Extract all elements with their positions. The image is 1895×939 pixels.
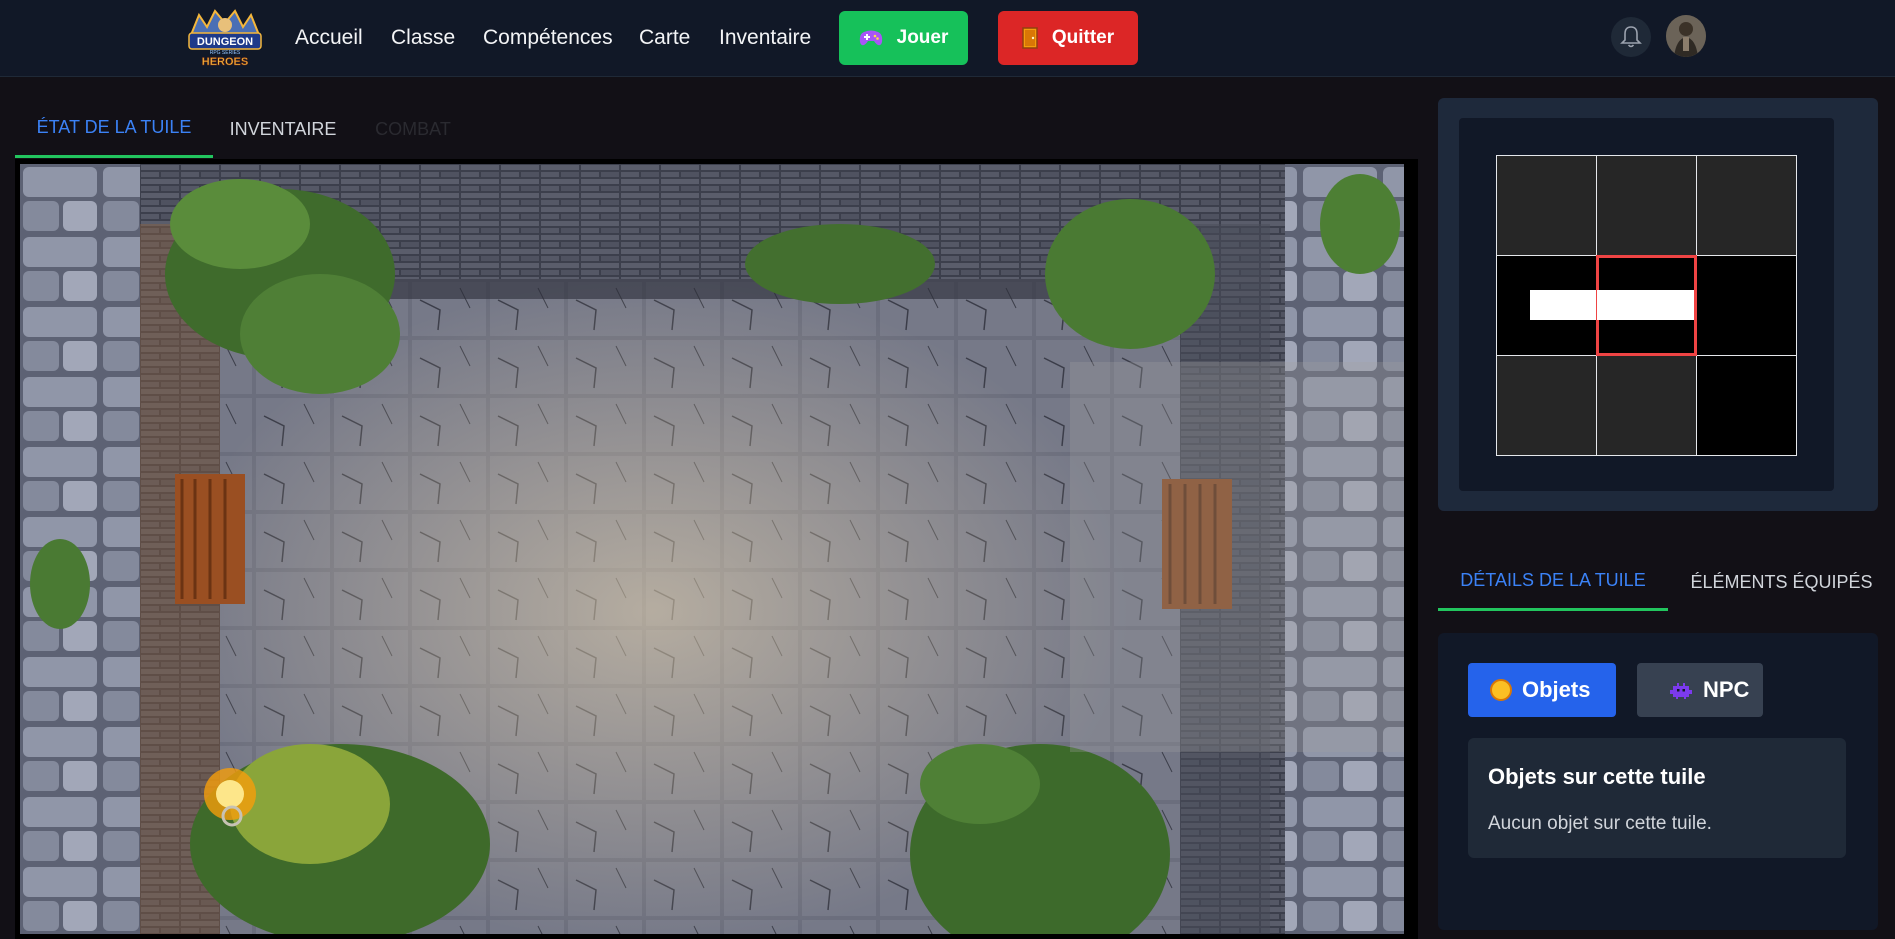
- minimap-cell[interactable]: [1597, 156, 1696, 255]
- nav-link-classe[interactable]: Classe: [391, 26, 455, 50]
- npc-filter-button[interactable]: NPC: [1637, 663, 1763, 717]
- bell-icon: [1620, 26, 1642, 48]
- quit-button[interactable]: Quitter: [998, 11, 1138, 65]
- minimap-cell-current[interactable]: [1596, 255, 1697, 356]
- alien-monster-icon: [1670, 683, 1692, 699]
- tab-tile-state[interactable]: ÉTAT DE LA TUILE: [15, 100, 213, 158]
- avatar-image: [1666, 15, 1706, 57]
- tile-details-card: Objets NPC Objets sur cette tuile Aucun …: [1438, 633, 1878, 930]
- game-logo[interactable]: DUNGEON RPG SERIES HEROES: [185, 9, 265, 68]
- nav-link-competences[interactable]: Compétences: [483, 26, 613, 50]
- quit-button-label: Quitter: [1051, 27, 1115, 48]
- minimap-cell[interactable]: [1597, 356, 1696, 455]
- objects-empty-message: Aucun objet sur cette tuile.: [1488, 813, 1712, 834]
- tab-tile-details[interactable]: DÉTAILS DE LA TUILE: [1438, 553, 1668, 611]
- minimap-cell[interactable]: [1697, 356, 1796, 455]
- tab-combat[interactable]: COMBAT: [353, 100, 473, 158]
- tile-view[interactable]: [15, 159, 1418, 939]
- nav-link-carte[interactable]: Carte: [639, 26, 690, 50]
- logo-text-bottom: HEROES: [202, 56, 248, 67]
- play-button-label: Jouer: [896, 27, 949, 48]
- top-navbar: DUNGEON RPG SERIES HEROES Accueil Classe…: [0, 0, 1895, 77]
- coin-icon: [1490, 679, 1512, 701]
- play-button[interactable]: Jouer: [839, 11, 968, 65]
- user-avatar[interactable]: [1666, 15, 1706, 57]
- minimap-frame: [1459, 118, 1834, 491]
- minimap-cell[interactable]: [1497, 256, 1596, 355]
- minimap-cell[interactable]: [1697, 156, 1796, 255]
- npc-filter-label: NPC: [1703, 677, 1750, 702]
- objects-title: Objets sur cette tuile: [1488, 764, 1706, 789]
- minimap-panel: [1438, 98, 1878, 511]
- tab-equipped-items[interactable]: ÉLÉMENTS ÉQUIPÉS: [1668, 553, 1895, 611]
- minimap-cell[interactable]: [1497, 156, 1596, 255]
- minimap-cell[interactable]: [1497, 356, 1596, 455]
- corridor-path: [1597, 290, 1694, 320]
- tile-highlight-overlay: [1070, 362, 1404, 752]
- nav-link-inventaire[interactable]: Inventaire: [719, 26, 811, 50]
- objects-filter-button[interactable]: Objets: [1468, 663, 1616, 717]
- door-icon: [1022, 27, 1038, 49]
- gamepad-icon: [859, 30, 882, 46]
- notifications-button[interactable]: [1611, 17, 1651, 57]
- logo-text-top: DUNGEON: [197, 36, 253, 48]
- minimap-grid: [1496, 155, 1797, 456]
- objects-filter-label: Objets: [1522, 677, 1591, 702]
- tab-inventory[interactable]: INVENTAIRE: [213, 100, 353, 158]
- corridor-path: [1530, 290, 1596, 320]
- west-door: [175, 474, 245, 604]
- logo-graphic: DUNGEON RPG SERIES HEROES: [188, 9, 262, 68]
- objects-list-box: Objets sur cette tuile Aucun objet sur c…: [1468, 738, 1846, 858]
- minimap-cell[interactable]: [1697, 256, 1796, 355]
- nav-link-accueil[interactable]: Accueil: [295, 26, 363, 50]
- details-tabs: DÉTAILS DE LA TUILE ÉLÉMENTS ÉQUIPÉS: [1438, 553, 1895, 613]
